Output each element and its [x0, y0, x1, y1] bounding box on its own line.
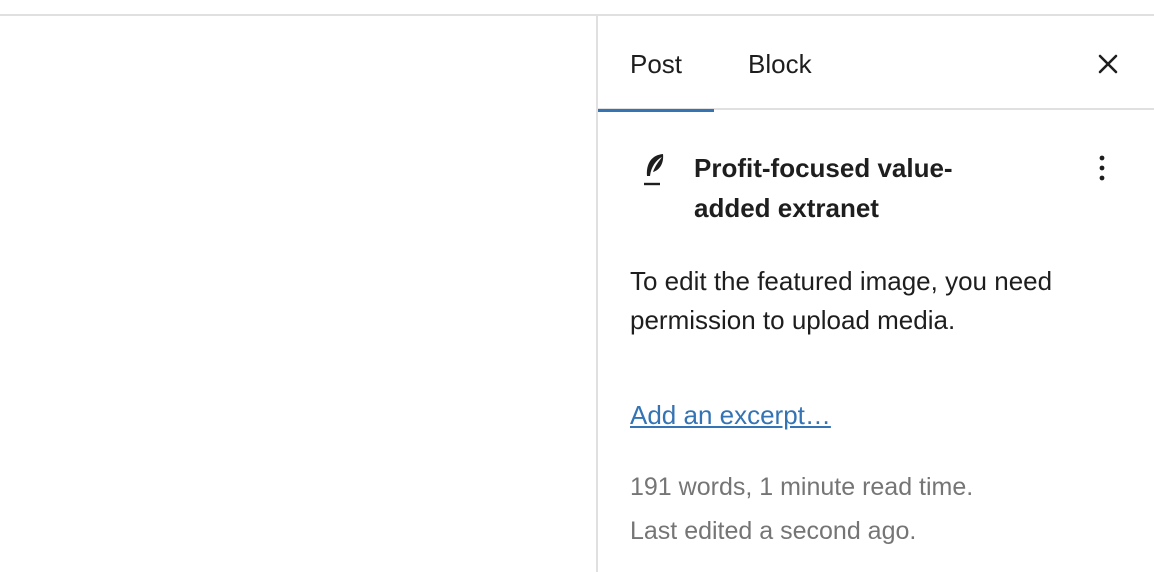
- featured-image-permission-message: To edit the featured image, you need per…: [630, 266, 1053, 335]
- add-excerpt-link[interactable]: Add an excerpt…: [630, 395, 831, 435]
- tab-post[interactable]: Post: [598, 16, 714, 112]
- editor-canvas[interactable]: [0, 16, 596, 572]
- close-icon: [1098, 54, 1118, 74]
- feather-icon: [638, 150, 670, 190]
- last-edited-text: Last edited a second ago.: [630, 517, 917, 545]
- post-actions-button[interactable]: [1086, 148, 1118, 188]
- settings-sidebar: Post Block Profit-focused value-added ex…: [596, 16, 1154, 572]
- close-sidebar-button[interactable]: [1086, 42, 1130, 86]
- editor-top-border: [0, 0, 1154, 16]
- word-count-text: 191 words, 1 minute read time.: [630, 473, 974, 501]
- more-vertical-icon: [1099, 155, 1105, 181]
- sidebar-tabs: Post Block: [598, 16, 1154, 112]
- post-title: Profit-focused value-added extranet: [694, 153, 953, 223]
- tab-block[interactable]: Block: [716, 16, 850, 110]
